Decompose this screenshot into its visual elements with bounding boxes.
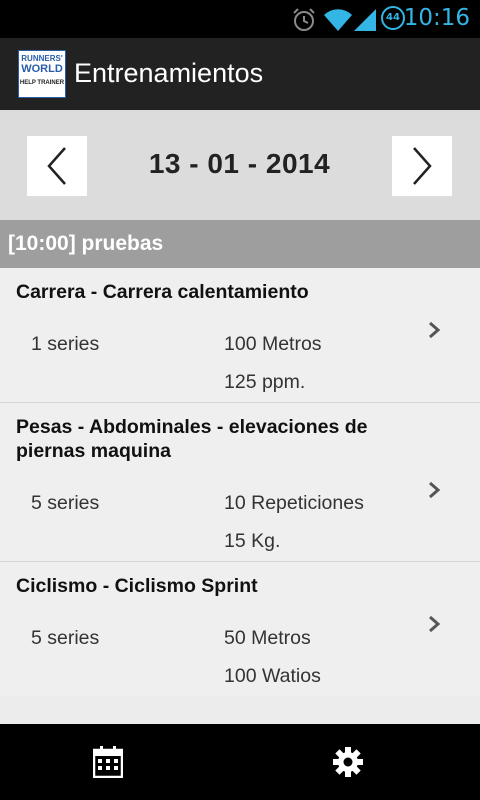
next-day-button[interactable] (392, 136, 452, 196)
logo-line-1: RUNNERS' (21, 54, 63, 63)
chevron-left-icon (47, 147, 66, 185)
exercise-value-2: 125 ppm. (224, 371, 306, 393)
exercise-title: Ciclismo - Ciclismo Sprint (16, 575, 258, 597)
status-bar: 44 10:16 (0, 0, 480, 38)
previous-day-button[interactable] (27, 136, 87, 196)
calendar-button[interactable] (0, 724, 240, 800)
chevron-right-icon (429, 481, 441, 499)
signal-icon (354, 9, 376, 31)
date-navigation: 13 - 01 - 2014 (0, 110, 480, 220)
exercise-item[interactable]: Ciclismo - Ciclismo Sprint 5 series 50 M… (0, 562, 480, 696)
status-time: 10:16 (403, 5, 470, 31)
exercise-value-2: 15 Kg. (224, 530, 281, 552)
exercise-value-1: 50 Metros (224, 627, 311, 649)
exercise-item[interactable]: Carrera - Carrera calentamiento 1 series… (0, 268, 480, 403)
exercise-item[interactable]: Pesas - Abdominales - elevaciones de pie… (0, 403, 480, 562)
session-title: [10:00] pruebas (8, 232, 164, 255)
gear-icon (333, 747, 363, 777)
exercise-value-1: 10 Repeticiones (224, 492, 364, 514)
battery-level: 44 (386, 12, 400, 23)
exercise-title: Pesas - Abdominales - elevaciones de pie… (16, 416, 368, 462)
chevron-right-icon (429, 321, 441, 339)
logo-line-2: WORLD (21, 63, 63, 75)
settings-button[interactable] (240, 724, 480, 800)
current-date: 13 - 01 - 2014 (148, 148, 331, 179)
logo-line-3: HELP TRAINER (19, 80, 65, 86)
session-header: [10:00] pruebas (0, 220, 480, 268)
page-title: Entrenamientos (74, 58, 264, 88)
wifi-icon (324, 9, 352, 31)
exercise-list: Carrera - Carrera calentamiento 1 series… (0, 268, 480, 696)
exercise-series: 1 series (31, 333, 100, 355)
exercise-title: Carrera - Carrera calentamiento (16, 281, 309, 303)
exercise-series: 5 series (31, 627, 100, 649)
exercise-series: 5 series (31, 492, 100, 514)
calendar-icon (93, 746, 123, 778)
app-logo: RUNNERS' WORLD HELP TRAINER (18, 50, 66, 98)
chevron-right-icon (429, 615, 441, 633)
alarm-icon (293, 8, 315, 31)
bottom-bar (0, 724, 480, 800)
exercise-value-2: 100 Watios (224, 665, 321, 687)
battery-icon: 44 (381, 6, 405, 30)
exercise-value-1: 100 Metros (224, 333, 322, 355)
chevron-right-icon (413, 147, 432, 185)
action-bar: RUNNERS' WORLD HELP TRAINER Entrenamient… (0, 38, 480, 110)
